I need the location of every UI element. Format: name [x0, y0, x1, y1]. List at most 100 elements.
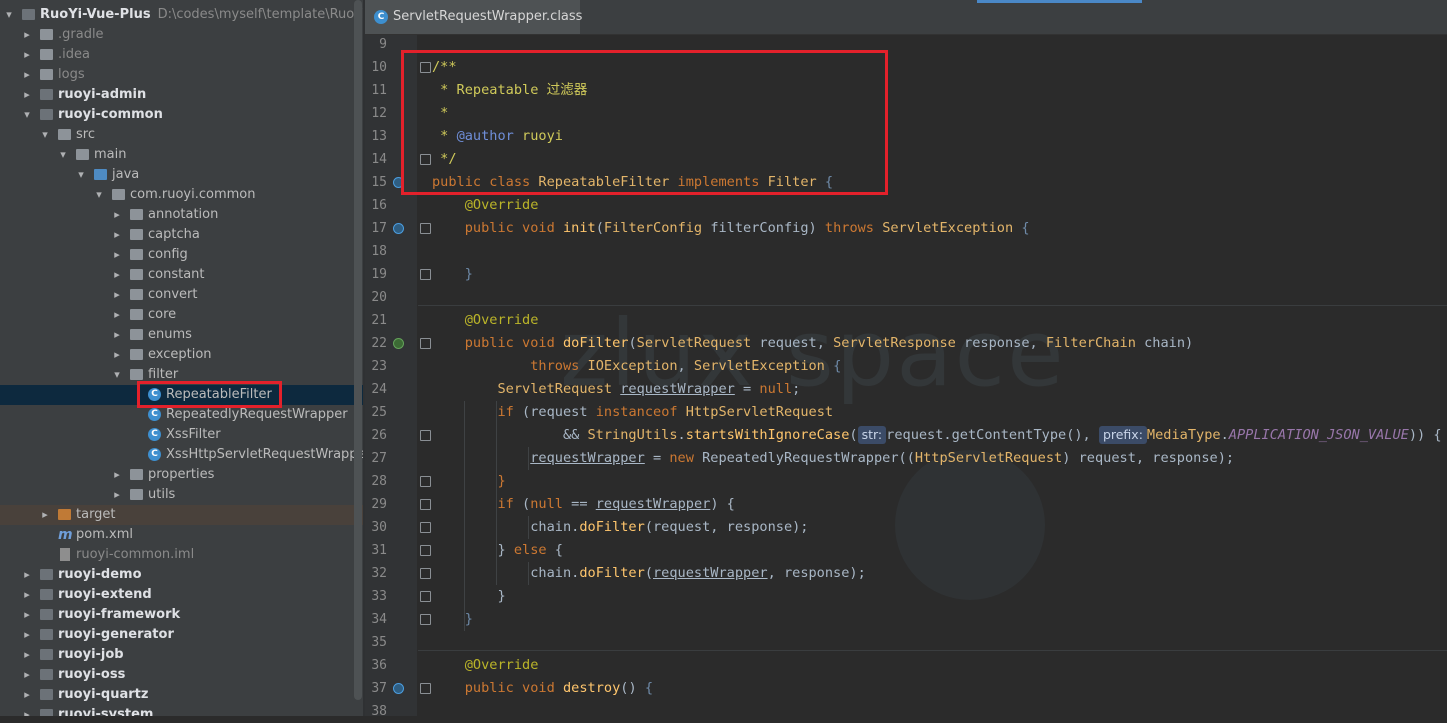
tree-item-target[interactable]: ▸ target [0, 505, 363, 525]
chevron-right-icon[interactable]: ▸ [112, 345, 122, 365]
tree-item-com-ruoyi-common[interactable]: ▾ com.ruoyi.common [0, 185, 363, 205]
tree-item--idea[interactable]: ▸ .idea [0, 45, 363, 65]
chevron-right-icon[interactable]: ▸ [112, 485, 122, 505]
code-line[interactable]: if (null == requestWrapper) { [432, 493, 734, 516]
code-line[interactable]: } [432, 608, 473, 631]
tree-item-xssfilter[interactable]: C XssFilter [0, 425, 363, 445]
fold-marker-icon[interactable] [420, 614, 431, 625]
tree-item-xsshttpservletrequestwrapper[interactable]: C XssHttpServletRequestWrapper [0, 445, 363, 465]
implement-marker-icon[interactable] [393, 338, 404, 349]
tree-item--gradle[interactable]: ▸ .gradle [0, 25, 363, 45]
tree-item-ruoyi-oss[interactable]: ▸ ruoyi-oss [0, 665, 363, 685]
chevron-right-icon[interactable]: ▸ [22, 625, 32, 645]
chevron-down-icon[interactable]: ▾ [94, 185, 104, 205]
chevron-down-icon[interactable]: ▾ [76, 165, 86, 185]
chevron-right-icon[interactable]: ▸ [112, 305, 122, 325]
code-line[interactable]: } [432, 470, 505, 493]
code-line[interactable]: @Override [432, 654, 539, 677]
tree-item-ruoyi-common[interactable]: ▾ ruoyi-common [0, 105, 363, 125]
tree-item-exception[interactable]: ▸ exception [0, 345, 363, 365]
chevron-right-icon[interactable]: ▸ [112, 265, 122, 285]
tree-item-logs[interactable]: ▸ logs [0, 65, 363, 85]
chevron-right-icon[interactable]: ▸ [22, 585, 32, 605]
tree-item-utils[interactable]: ▸ utils [0, 485, 363, 505]
chevron-right-icon[interactable]: ▸ [22, 65, 32, 85]
code-line[interactable]: ServletRequest requestWrapper = null; [432, 378, 800, 401]
chevron-right-icon[interactable]: ▸ [22, 605, 32, 625]
tree-item-ruoyi-vue-plus[interactable]: ▾ RuoYi-Vue-Plus D:\codes\myself\template\… [0, 5, 363, 25]
chevron-right-icon[interactable]: ▸ [22, 45, 32, 65]
code-line[interactable]: throws IOException, ServletException { [432, 355, 841, 378]
tree-item-core[interactable]: ▸ core [0, 305, 363, 325]
chevron-right-icon[interactable]: ▸ [112, 245, 122, 265]
chevron-right-icon[interactable]: ▸ [40, 505, 50, 525]
fold-marker-icon[interactable] [420, 568, 431, 579]
fold-marker-icon[interactable] [420, 545, 431, 556]
fold-marker-icon[interactable] [420, 683, 431, 694]
code-line[interactable]: chain.doFilter(requestWrapper, response)… [432, 562, 866, 585]
fold-marker-icon[interactable] [420, 591, 431, 602]
code-line[interactable]: } [432, 263, 473, 286]
code-line[interactable]: } [432, 585, 505, 608]
chevron-right-icon[interactable]: ▸ [112, 465, 122, 485]
code-line[interactable]: && StringUtils.startsWithIgnoreCase(str:… [432, 424, 1442, 447]
code-line[interactable]: chain.doFilter(request, response); [432, 516, 808, 539]
code-line[interactable]: public void destroy() { [432, 677, 653, 700]
tree-item-constant[interactable]: ▸ constant [0, 265, 363, 285]
tree-item-ruoyi-job[interactable]: ▸ ruoyi-job [0, 645, 363, 665]
tree-item-ruoyi-admin[interactable]: ▸ ruoyi-admin [0, 85, 363, 105]
override-marker-icon[interactable] [393, 223, 404, 234]
chevron-right-icon[interactable]: ▸ [22, 645, 32, 665]
tree-item-config[interactable]: ▸ config [0, 245, 363, 265]
tree-item-ruoyi-framework[interactable]: ▸ ruoyi-framework [0, 605, 363, 625]
chevron-right-icon[interactable]: ▸ [112, 325, 122, 345]
tree-item-src[interactable]: ▾ src [0, 125, 363, 145]
tree-item-pom-xml[interactable]: m pom.xml [0, 525, 363, 545]
chevron-down-icon[interactable]: ▾ [40, 125, 50, 145]
chevron-down-icon[interactable]: ▾ [22, 105, 32, 125]
tree-scrollbar[interactable] [354, 0, 362, 700]
chevron-right-icon[interactable]: ▸ [22, 565, 32, 585]
override-marker-icon[interactable] [393, 683, 404, 694]
project-tree[interactable]: ▾ RuoYi-Vue-Plus D:\codes\myself\template\… [0, 0, 363, 716]
tree-item-enums[interactable]: ▸ enums [0, 325, 363, 345]
fold-marker-icon[interactable] [420, 476, 431, 487]
tree-item-repeatedlyrequestwrapper[interactable]: C RepeatedlyRequestWrapper [0, 405, 363, 425]
fold-marker-icon[interactable] [420, 338, 431, 349]
tree-item-ruoyi-common-iml[interactable]: ruoyi-common.iml [0, 545, 363, 565]
tree-item-main[interactable]: ▾ main [0, 145, 363, 165]
chevron-down-icon[interactable]: ▾ [112, 365, 122, 385]
code-line[interactable]: @Override [432, 194, 539, 217]
code-line[interactable]: if (request instanceof HttpServletReques… [432, 401, 833, 424]
fold-marker-icon[interactable] [420, 430, 431, 441]
code-line[interactable]: requestWrapper = new RepeatedlyRequestWr… [432, 447, 1234, 470]
tree-item-properties[interactable]: ▸ properties [0, 465, 363, 485]
code-line[interactable]: } else { [432, 539, 562, 562]
chevron-right-icon[interactable]: ▸ [112, 205, 122, 225]
fold-marker-icon[interactable] [420, 223, 431, 234]
code-line[interactable]: public void doFilter(ServletRequest requ… [432, 332, 1193, 355]
tree-item-ruoyi-quartz[interactable]: ▸ ruoyi-quartz [0, 685, 363, 705]
chevron-right-icon[interactable]: ▸ [22, 85, 32, 105]
tree-item-captcha[interactable]: ▸ captcha [0, 225, 363, 245]
tree-item-ruoyi-generator[interactable]: ▸ ruoyi-generator [0, 625, 363, 645]
chevron-right-icon[interactable]: ▸ [22, 665, 32, 685]
chevron-down-icon[interactable]: ▾ [4, 5, 14, 25]
tree-item-ruoyi-system[interactable]: ▸ ruoyi-system [0, 705, 363, 716]
fold-marker-icon[interactable] [420, 522, 431, 533]
chevron-right-icon[interactable]: ▸ [112, 225, 122, 245]
tree-item-convert[interactable]: ▸ convert [0, 285, 363, 305]
chevron-down-icon[interactable]: ▾ [58, 145, 68, 165]
code-line[interactable]: public void init(FilterConfig filterConf… [432, 217, 1030, 240]
code-line[interactable]: @Override [432, 309, 539, 332]
fold-marker-icon[interactable] [420, 269, 431, 280]
chevron-right-icon[interactable]: ▸ [112, 285, 122, 305]
tab-servletrequestwrapper[interactable]: C ServletRequestWrapper.class [365, 0, 582, 34]
tree-item-ruoyi-extend[interactable]: ▸ ruoyi-extend [0, 585, 363, 605]
chevron-right-icon[interactable]: ▸ [22, 25, 32, 45]
chevron-right-icon[interactable]: ▸ [22, 705, 32, 716]
tree-item-ruoyi-demo[interactable]: ▸ ruoyi-demo [0, 565, 363, 585]
chevron-right-icon[interactable]: ▸ [22, 685, 32, 705]
tree-item-java[interactable]: ▾ java [0, 165, 363, 185]
tree-item-annotation[interactable]: ▸ annotation [0, 205, 363, 225]
